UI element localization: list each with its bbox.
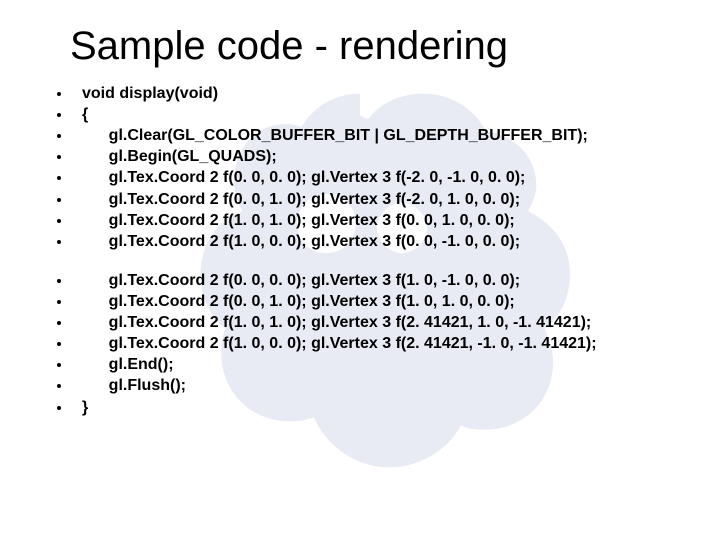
code-line: { [72,104,680,125]
code-line: gl.Tex.Coord 2 f(1. 0, 0. 0); gl.Vertex … [72,333,680,354]
slide-title: Sample code - rendering [40,24,680,69]
code-line: gl.Tex.Coord 2 f(1. 0, 1. 0); gl.Vertex … [72,312,680,333]
code-line: void display(void) [72,83,680,104]
code-line: gl.Tex.Coord 2 f(0. 0, 1. 0); gl.Vertex … [72,291,680,312]
code-block-1: void display(void) { gl.Clear(GL_COLOR_B… [40,83,680,252]
code-line: } [72,397,680,418]
code-line: gl.Begin(GL_QUADS); [72,146,680,167]
block-gap [40,252,680,270]
code-line: gl.Tex.Coord 2 f(1. 0, 1. 0); gl.Vertex … [72,210,680,231]
code-line: gl.Tex.Coord 2 f(1. 0, 0. 0); gl.Vertex … [72,231,680,252]
code-line: gl.Tex.Coord 2 f(0. 0, 0. 0); gl.Vertex … [72,167,680,188]
code-line: gl.Tex.Coord 2 f(0. 0, 0. 0); gl.Vertex … [72,270,680,291]
code-line: gl.Clear(GL_COLOR_BUFFER_BIT | GL_DEPTH_… [72,125,680,146]
code-block-2: gl.Tex.Coord 2 f(0. 0, 0. 0); gl.Vertex … [40,270,680,418]
slide-container: Sample code - rendering void display(voi… [0,0,720,540]
code-line: gl.Tex.Coord 2 f(0. 0, 1. 0); gl.Vertex … [72,189,680,210]
code-line: gl.End(); [72,354,680,375]
code-line: gl.Flush(); [72,375,680,396]
